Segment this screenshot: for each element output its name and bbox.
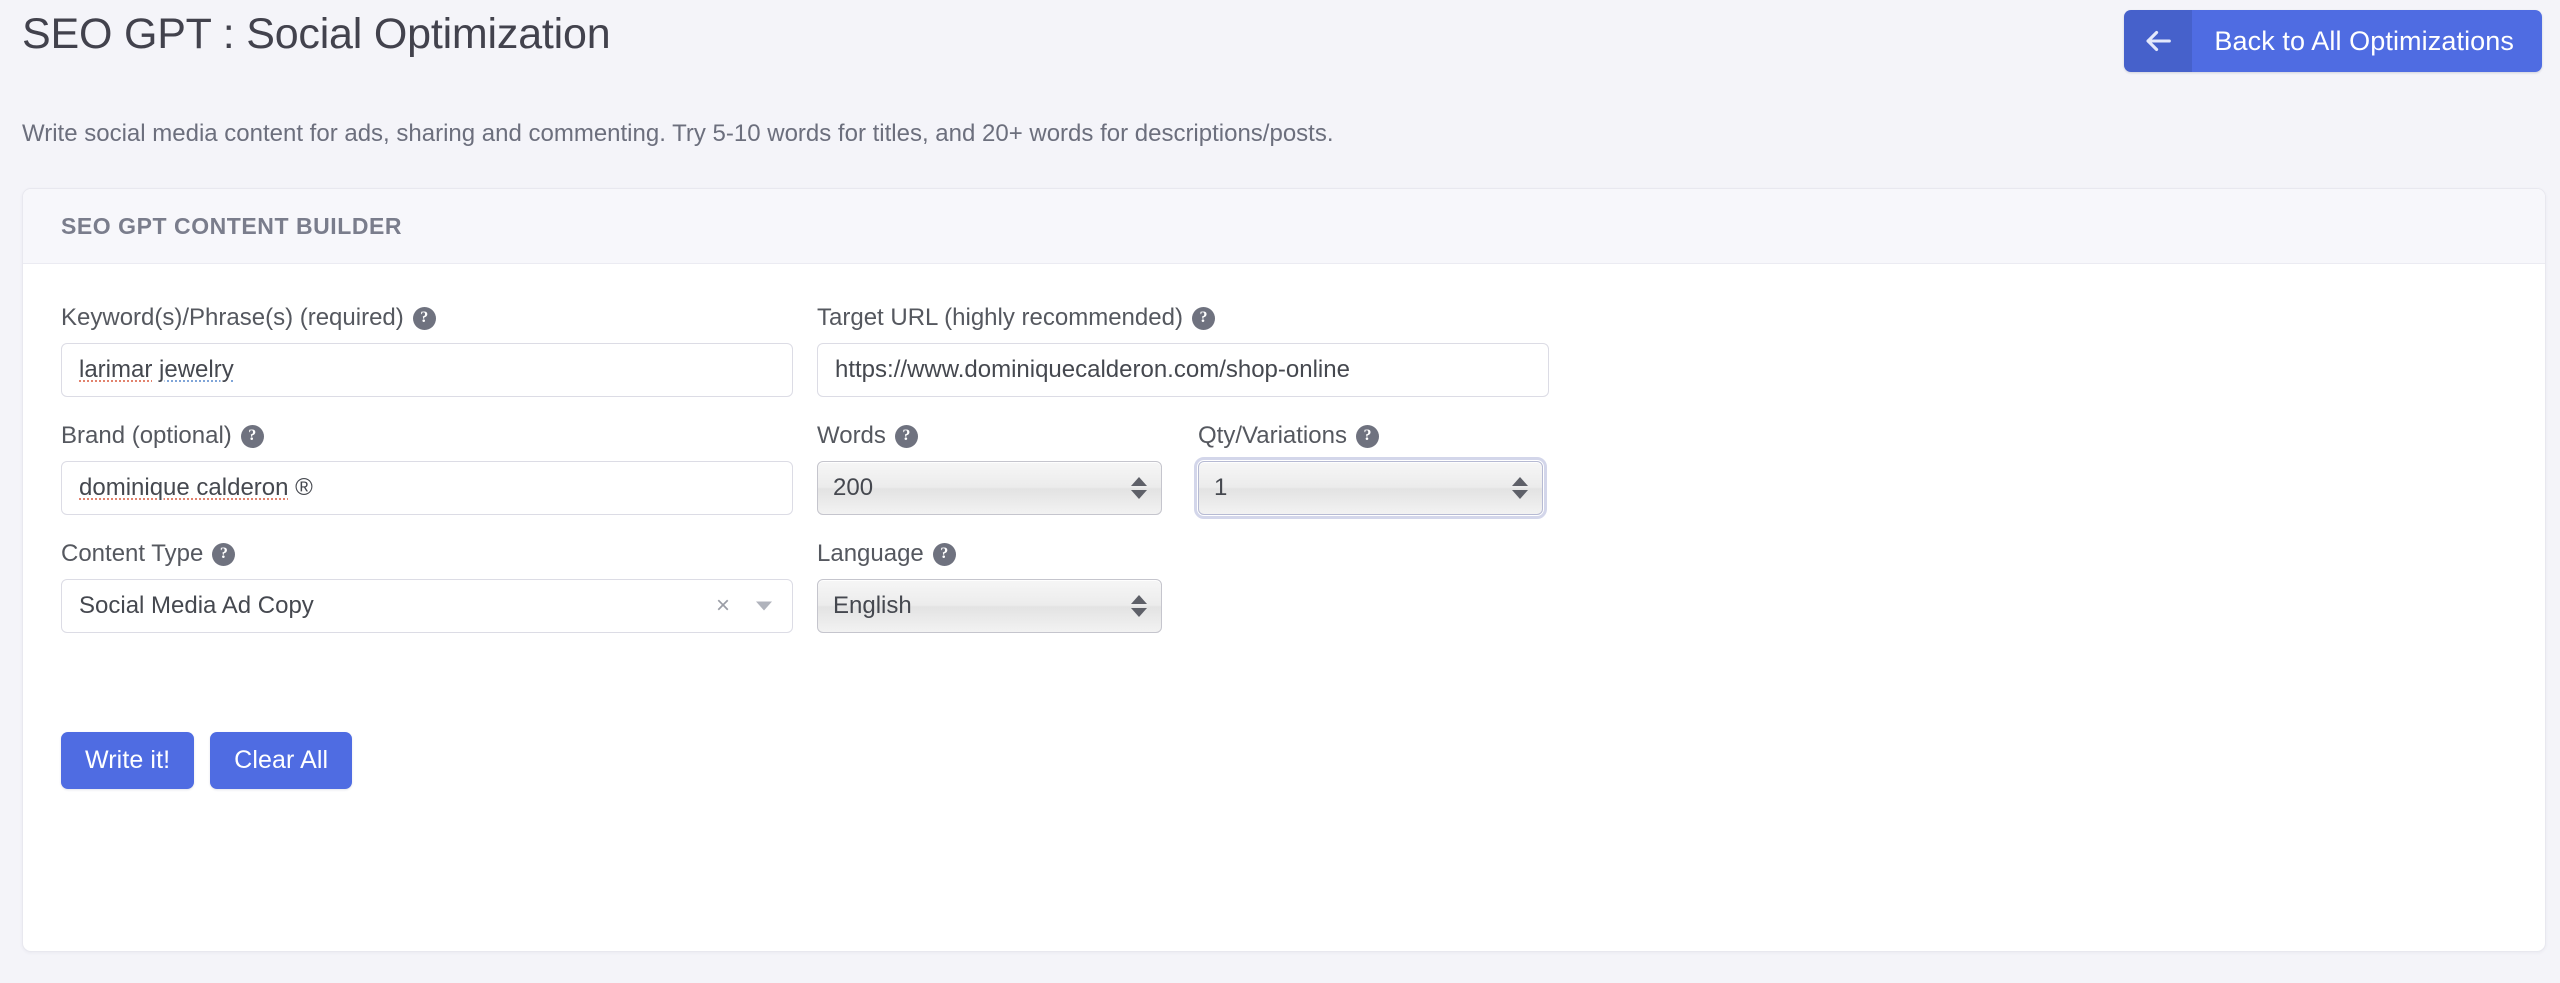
content-type-label: Content Type ?: [61, 540, 793, 568]
field-words: Words ? 200: [817, 422, 1162, 515]
words-value: 200: [833, 474, 874, 501]
language-label: Language ?: [817, 540, 1162, 568]
arrow-left-icon: [2124, 10, 2193, 72]
chevron-down-icon[interactable]: [756, 601, 772, 611]
help-icon[interactable]: ?: [932, 542, 956, 566]
qty-label-text: Qty/Variations: [1198, 422, 1347, 449]
card-header: SEO GPT CONTENT BUILDER: [23, 189, 2545, 264]
card-header-title: SEO GPT CONTENT BUILDER: [61, 212, 403, 239]
help-icon[interactable]: ?: [240, 424, 264, 448]
field-qty-variations: Qty/Variations ? 1: [1194, 422, 1547, 519]
back-to-all-optimizations-button[interactable]: Back to All Optimizations: [2124, 10, 2542, 72]
help-icon[interactable]: ?: [412, 306, 436, 330]
spinner-up-icon[interactable]: [1131, 595, 1147, 604]
target-url-input[interactable]: [817, 343, 1549, 397]
words-label-text: Words: [817, 422, 886, 449]
target-url-label: Target URL (highly recommended) ?: [817, 304, 1549, 332]
content-builder-card: SEO GPT CONTENT BUILDER Keyword(s)/Phras…: [22, 188, 2546, 952]
spinner-down-icon[interactable]: [1131, 608, 1147, 617]
keyword-label-text: Keyword(s)/Phrase(s) (required): [61, 304, 404, 331]
target-url-label-text: Target URL (highly recommended): [817, 304, 1183, 331]
form-row-3: Content Type ? Social Media Ad Copy × La…: [61, 540, 2507, 658]
qty-value: 1: [1214, 474, 1228, 501]
keyword-label: Keyword(s)/Phrase(s) (required) ?: [61, 304, 793, 332]
keyword-value-misspelled: larimar: [79, 356, 153, 383]
content-type-label-text: Content Type: [61, 540, 204, 567]
page-root: SEO GPT : Social Optimization Back to Al…: [0, 0, 2560, 983]
write-it-button[interactable]: Write it!: [61, 732, 195, 789]
qty-number-input[interactable]: 1: [1194, 457, 1547, 519]
page-title: SEO GPT : Social Optimization: [22, 10, 611, 58]
back-button-label: Back to All Optimizations: [2214, 25, 2514, 56]
brand-value-symbol: ®: [295, 474, 313, 501]
spinner-up-icon[interactable]: [1512, 477, 1528, 486]
spinner-down-icon[interactable]: [1512, 490, 1528, 499]
content-type-select[interactable]: Social Media Ad Copy ×: [61, 579, 793, 633]
field-target-url: Target URL (highly recommended) ?: [817, 304, 1549, 397]
spinner-arrows-icon[interactable]: [1131, 595, 1147, 617]
field-content-type: Content Type ? Social Media Ad Copy ×: [61, 540, 793, 633]
form-row-1: Keyword(s)/Phrase(s) (required) ? larima…: [61, 304, 2507, 422]
help-icon[interactable]: ?: [894, 424, 918, 448]
brand-input[interactable]: dominique calderon ®: [61, 461, 793, 515]
field-brand: Brand (optional) ? dominique calderon ®: [61, 422, 793, 515]
words-label: Words ?: [817, 422, 1162, 450]
card-body: Keyword(s)/Phrase(s) (required) ? larima…: [23, 264, 2545, 789]
page-subtitle: Write social media content for ads, shar…: [22, 120, 1334, 147]
language-label-text: Language: [817, 540, 924, 567]
language-select[interactable]: English: [817, 579, 1162, 633]
brand-label-text: Brand (optional): [61, 422, 232, 449]
brand-value-misspelled: dominique calderon: [79, 474, 289, 501]
keyword-value-grammar: jewelry: [159, 356, 234, 383]
clear-selection-icon[interactable]: ×: [716, 594, 730, 618]
spinner-arrows-icon[interactable]: [1512, 477, 1528, 499]
keyword-input[interactable]: larimar jewelry: [61, 343, 793, 397]
help-icon[interactable]: ?: [1191, 306, 1215, 330]
content-type-value: Social Media Ad Copy: [79, 592, 314, 619]
field-language: Language ? English: [817, 540, 1162, 633]
language-value: English: [833, 592, 912, 619]
field-keyword: Keyword(s)/Phrase(s) (required) ? larima…: [61, 304, 793, 397]
help-icon[interactable]: ?: [212, 542, 236, 566]
page-header: SEO GPT : Social Optimization Back to Al…: [0, 0, 2560, 88]
form-actions: Write it! Clear All: [61, 732, 353, 789]
spinner-down-icon[interactable]: [1131, 490, 1147, 499]
spinner-up-icon[interactable]: [1131, 477, 1147, 486]
brand-label: Brand (optional) ?: [61, 422, 793, 450]
qty-label: Qty/Variations ?: [1198, 422, 1543, 450]
clear-all-button[interactable]: Clear All: [210, 732, 353, 789]
spinner-arrows-icon[interactable]: [1131, 477, 1147, 499]
help-icon[interactable]: ?: [1355, 424, 1379, 448]
words-number-input[interactable]: 200: [817, 461, 1162, 515]
form-row-2: Brand (optional) ? dominique calderon ® …: [61, 422, 2507, 540]
